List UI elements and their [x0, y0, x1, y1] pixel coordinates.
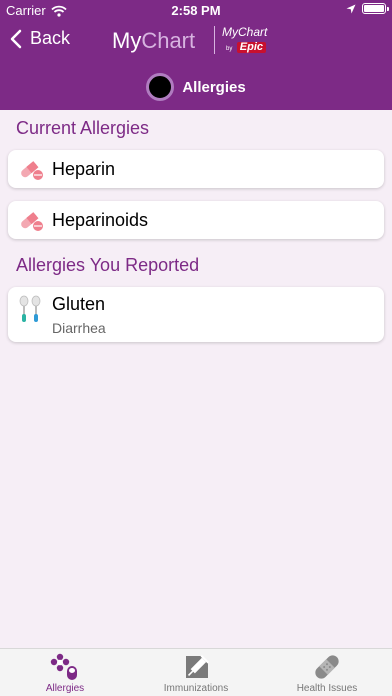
logo-my: My [112, 28, 142, 53]
app-header: Carrier 2:58 PM Back MyChart MyChart by … [0, 0, 392, 110]
allergy-item[interactable]: Heparinoids [8, 201, 384, 239]
section-title-current: Current Allergies [16, 118, 150, 138]
tab-label: Health Issues [296, 683, 358, 694]
allergy-name: Heparin [52, 159, 116, 179]
tab-bar: Allergies Immunizations Health Issues [0, 648, 392, 696]
allergy-reaction: Diarrhea [52, 320, 106, 336]
mychart-logo: MyChart [112, 28, 195, 54]
reported-allergy-item[interactable]: Gluten Diarrhea [8, 287, 384, 342]
back-label: Back [30, 28, 71, 48]
pill-icon [21, 161, 43, 180]
pill-icon [21, 212, 43, 231]
tab-label: Allergies [45, 683, 85, 694]
page-title: Allergies [182, 78, 246, 96]
mychart-by-epic-logo: MyChart by Epic [222, 26, 267, 54]
allergy-item[interactable]: Heparin [8, 150, 384, 188]
chevron-left-icon [10, 29, 22, 48]
tab-allergies[interactable]: Allergies [0, 649, 130, 696]
syringe-icon [186, 654, 210, 678]
section-title-reported: Allergies You Reported [16, 255, 200, 275]
battery-icon [362, 3, 389, 14]
status-time: 2:58 PM [171, 3, 221, 18]
brand-epic: Epic [236, 42, 267, 53]
tab-label: Immunizations [163, 683, 229, 694]
avatar[interactable] [146, 73, 175, 101]
allergies-icon [50, 653, 77, 680]
tab-immunizations[interactable]: Immunizations [131, 649, 261, 696]
bandage-icon [315, 655, 339, 679]
allergy-name: Gluten [52, 294, 106, 314]
brand-by: by [226, 46, 233, 52]
food-allergy-icon [19, 295, 41, 322]
status-right [346, 3, 389, 14]
logo-chart: Chart [141, 28, 196, 53]
page-title-bar: Allergies [0, 70, 392, 104]
nav-bar: Back MyChart MyChart by Epic [0, 22, 392, 60]
status-bar: Carrier 2:58 PM [0, 0, 392, 20]
tab-health-issues[interactable]: Health Issues [262, 649, 392, 696]
logo-divider [214, 26, 215, 54]
allergy-name: Heparinoids [52, 210, 149, 230]
back-button[interactable]: Back [10, 28, 70, 49]
brand-top: MyChart [222, 25, 268, 39]
location-arrow-icon [346, 4, 356, 13]
